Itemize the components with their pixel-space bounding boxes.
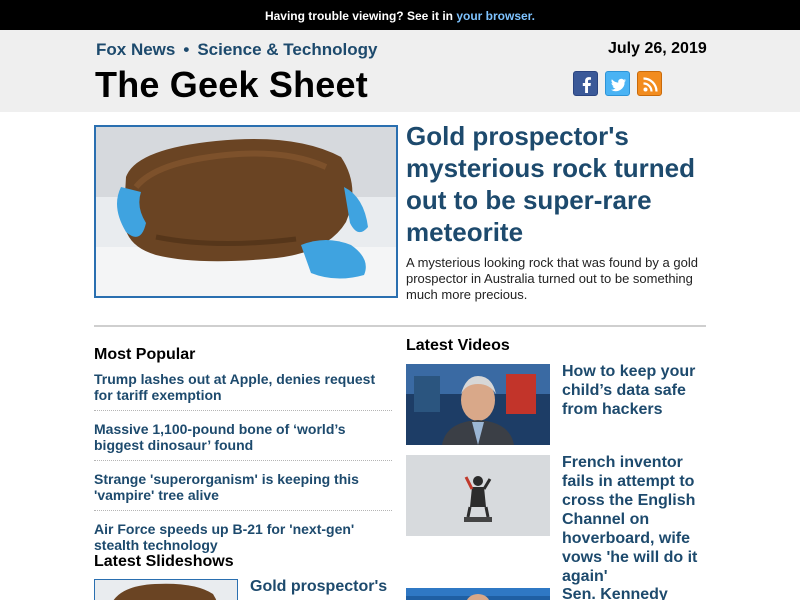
hero-headline-link[interactable]: Gold prospector's mysterious rock turned… (406, 120, 726, 248)
nav-link-fox-news[interactable]: Fox News (96, 40, 175, 59)
slideshow-link[interactable]: Gold prospector's (250, 577, 400, 596)
video-link[interactable]: Sen. Kennedy (562, 585, 712, 600)
most-popular-link[interactable]: Massive 1,100-pound bone of ‘world’s big… (94, 421, 392, 453)
senate-hearing-image (406, 588, 550, 600)
nav-link-science-technology[interactable]: Science & Technology (197, 40, 377, 59)
list-separator (94, 460, 392, 461)
most-popular-link[interactable]: Strange 'superorganism' is keeping this … (94, 471, 392, 503)
news-anchor-image (406, 364, 550, 445)
video-link[interactable]: French inventor fails in attempt to cros… (562, 453, 712, 586)
view-in-browser-banner: Having trouble viewing? See it in your b… (0, 0, 800, 30)
meteorite-photo (96, 127, 396, 296)
view-in-browser-link[interactable]: your browser. (456, 9, 535, 23)
slideshow-thumbnail[interactable] (94, 579, 238, 600)
issue-date: July 26, 2019 (608, 40, 707, 57)
rss-icon[interactable] (637, 71, 662, 96)
list-separator (94, 410, 392, 411)
breadcrumb-separator: • (183, 40, 190, 59)
section-divider (94, 325, 706, 327)
banner-text: Having trouble viewing? See it in (264, 9, 457, 23)
latest-videos-heading: Latest Videos (406, 337, 510, 354)
most-popular-heading: Most Popular (94, 346, 196, 363)
breadcrumb: Fox News • Science & Technology (96, 40, 377, 60)
twitter-icon[interactable] (605, 71, 630, 96)
newsletter-title: The Geek Sheet (95, 64, 368, 105)
most-popular-link[interactable]: Air Force speeds up B-21 for 'next-gen' … (94, 521, 392, 553)
hero-description: A mysterious looking rock that was found… (406, 255, 698, 302)
video-link[interactable]: How to keep your child’s data safe from … (562, 362, 712, 419)
video-thumbnail[interactable] (406, 364, 550, 445)
meteorite-thumbnail-image (95, 580, 237, 600)
video-thumbnail[interactable] (406, 455, 550, 536)
newsletter-header: Fox News • Science & Technology July 26, 2… (0, 30, 800, 112)
facebook-icon[interactable] (573, 71, 598, 96)
video-thumbnail[interactable] (406, 588, 550, 600)
hoverboard-inventor-image (406, 455, 550, 536)
list-separator (94, 510, 392, 511)
latest-slideshows-heading: Latest Slideshows (94, 553, 234, 570)
hero-story-image[interactable] (94, 125, 398, 298)
most-popular-link[interactable]: Trump lashes out at Apple, denies reques… (94, 371, 392, 403)
